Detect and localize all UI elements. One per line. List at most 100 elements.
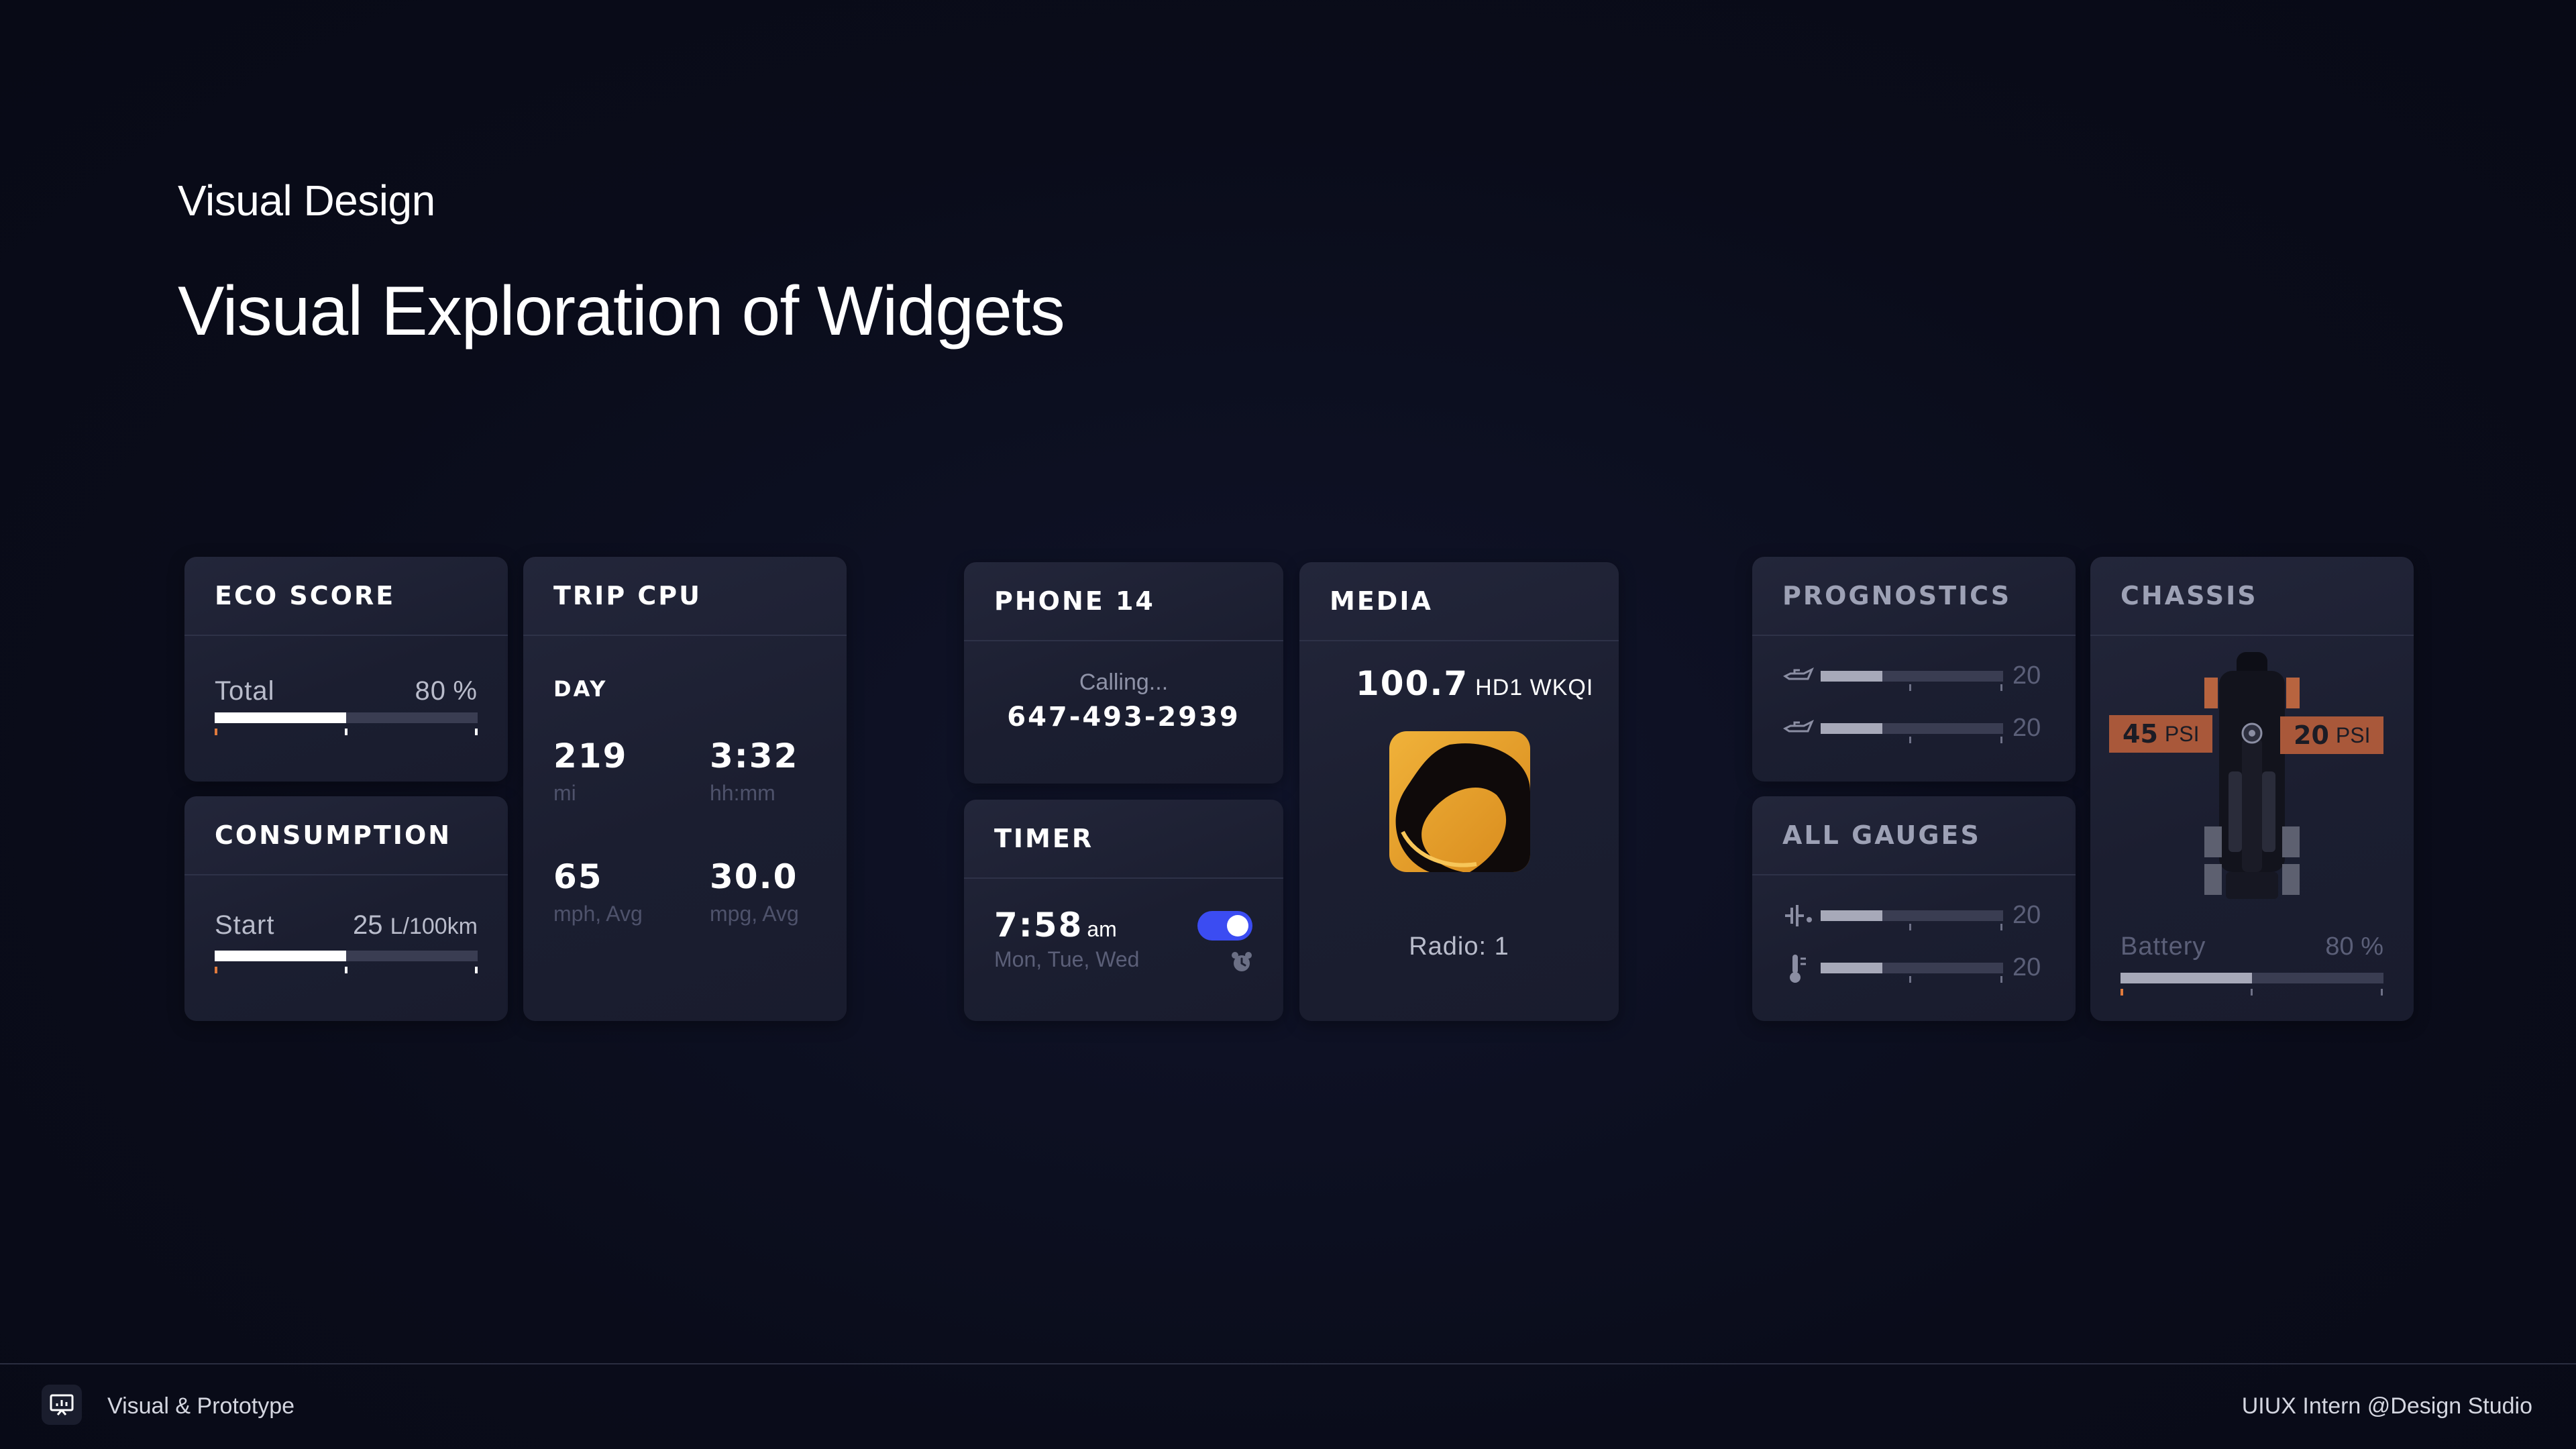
timer-widget[interactable]: TIMER 7:58 am Mon, Tue, Wed [964, 800, 1283, 1021]
trip-cpu-widget[interactable]: TRIP CPU DAY 219 mi 3:32 hh:mm 65 mph, A… [523, 557, 847, 1021]
eco-score-header: ECO SCORE [184, 557, 508, 636]
eco-score-bar [215, 712, 478, 723]
prognostics-bar-2-tick-end [2000, 737, 2002, 743]
gauges-bar-2-tick-end [2000, 976, 2002, 983]
consumption-widget[interactable]: CONSUMPTION Start 25 L/100km [184, 796, 508, 1021]
consumption-tick-start [215, 967, 217, 973]
footer-divider [0, 1363, 2576, 1364]
timer-title: TIMER [994, 824, 1094, 853]
trip-distance-value: 219 [553, 737, 628, 775]
presentation-button[interactable] [42, 1385, 82, 1425]
oil-can-icon [1783, 719, 1814, 733]
right-tire-pressure-badge: 20 PSI [2280, 716, 2384, 754]
consumption-value-group: 25 L/100km [353, 910, 478, 941]
all-gauges-header: ALL GAUGES [1752, 796, 2076, 875]
section-subtitle: Visual Design [178, 176, 435, 225]
presentation-chart-icon [50, 1394, 74, 1415]
prognostics-bar-2-tick-mid [1909, 737, 1911, 743]
prognostics-bar-1-fill [1821, 671, 1883, 682]
eco-score-tick-mid [345, 729, 347, 735]
gauges-bar-1-tick-mid [1909, 924, 1911, 930]
battery-value-group: 80 % [2325, 932, 2383, 961]
gauges-bar-2 [1821, 963, 2003, 973]
phone-widget[interactable]: PHONE 14 Calling... 647-493-2939 [964, 562, 1283, 784]
gauges-bar-1-tick-end [2000, 924, 2002, 930]
consumption-bar [215, 951, 478, 961]
eco-score-bar-fill [215, 712, 346, 723]
chassis-widget[interactable]: CHASSIS 45 PSI 20 PSI Battery 80 % [2090, 557, 2414, 1021]
gauges-value-1: 20 [2012, 901, 2041, 929]
album-art[interactable] [1389, 731, 1530, 872]
left-tire-pressure-value: 45 [2123, 719, 2158, 749]
media-station-group: 100.7 HD1 WKQI [1356, 664, 1593, 703]
battery-bar [2121, 973, 2383, 983]
media-station: HD1 WKQI [1475, 675, 1594, 700]
prognostics-bar-2-fill [1821, 723, 1883, 734]
consumption-unit: L/100km [390, 914, 478, 939]
eco-score-tick-start [215, 729, 217, 735]
battery-label: Battery [2121, 932, 2206, 961]
timer-days: Mon, Tue, Wed [994, 947, 1140, 971]
timer-ampm: am [1087, 917, 1117, 941]
prognostics-value-2: 20 [2012, 714, 2041, 742]
consumption-bar-fill [215, 951, 346, 961]
media-source: Radio: 1 [1409, 932, 1509, 961]
battery-value: 80 [2325, 932, 2354, 961]
consumption-title: CONSUMPTION [215, 820, 452, 850]
gauges-bar-1 [1821, 910, 2003, 921]
footer-right-label: UIUX Intern @Design Studio [2241, 1393, 2532, 1419]
eco-score-title: ECO SCORE [215, 581, 396, 610]
media-title: MEDIA [1330, 586, 1433, 616]
prognostics-title: PROGNOSTICS [1782, 581, 2012, 610]
trip-distance-unit: mi [553, 781, 576, 805]
trip-speed-value: 65 [553, 857, 603, 896]
timer-time-group: 7:58 am [994, 906, 1117, 945]
left-tire-pressure-unit: PSI [2164, 721, 2200, 746]
battery-tick-start [2121, 989, 2123, 996]
trip-speed-unit: mph, Avg [553, 902, 643, 926]
trip-cpu-title: TRIP CPU [553, 581, 702, 610]
media-header: MEDIA [1299, 562, 1619, 641]
battery-level-icon [1785, 905, 1812, 926]
media-widget[interactable]: MEDIA 100.7 HD1 WKQI Radio: 1 [1299, 562, 1619, 1021]
trip-cpu-header: TRIP CPU [523, 557, 847, 636]
timer-header: TIMER [964, 800, 1283, 879]
gauges-value-2: 20 [2012, 953, 2041, 981]
gauges-bar-2-fill [1821, 963, 1883, 973]
consumption-tick-end [475, 967, 478, 973]
phone-title: PHONE 14 [994, 586, 1155, 616]
trip-duration-value: 3:32 [710, 737, 799, 775]
consumption-header: CONSUMPTION [184, 796, 508, 875]
prognostics-bar-1 [1821, 671, 2003, 682]
phone-call-status: Calling... [1079, 669, 1169, 695]
eco-score-tick-end [475, 729, 478, 735]
timer-toggle[interactable] [1197, 911, 1252, 941]
trip-mpg-value: 30.0 [710, 857, 798, 896]
oil-can-icon [1783, 667, 1814, 680]
gauges-bar-2-tick-mid [1909, 976, 1911, 983]
right-tire-pressure-unit: PSI [2335, 722, 2371, 747]
battery-tick-mid [2251, 989, 2253, 996]
chassis-title: CHASSIS [2121, 581, 2258, 610]
battery-bar-fill [2121, 973, 2252, 983]
battery-unit: % [2361, 932, 2383, 961]
eco-score-value-group: 80 % [415, 676, 478, 706]
all-gauges-widget[interactable]: ALL GAUGES 20 20 [1752, 796, 2076, 1021]
gauges-bar-1-fill [1821, 910, 1883, 921]
prognostics-bar-1-tick-end [2000, 684, 2002, 691]
prognostics-widget[interactable]: PROGNOSTICS 20 20 [1752, 557, 2076, 782]
eco-score-value: 80 [415, 676, 446, 706]
prognostics-bar-1-tick-mid [1909, 684, 1911, 691]
phone-number: 647-493-2939 [1007, 702, 1240, 733]
left-tire-pressure-badge: 45 PSI [2109, 715, 2213, 753]
consumption-label: Start [215, 910, 275, 940]
consumption-tick-mid [345, 967, 347, 973]
prognostics-value-1: 20 [2012, 661, 2041, 690]
footer-left-label: Visual & Prototype [107, 1393, 295, 1419]
eco-score-unit: % [453, 676, 478, 706]
timer-time: 7:58 [994, 906, 1083, 945]
eco-score-widget[interactable]: ECO SCORE Total 80 % [184, 557, 508, 782]
prognostics-bar-2 [1821, 723, 2003, 734]
battery-tick-end [2381, 989, 2383, 996]
vehicle-chassis-diagram [2204, 652, 2300, 899]
